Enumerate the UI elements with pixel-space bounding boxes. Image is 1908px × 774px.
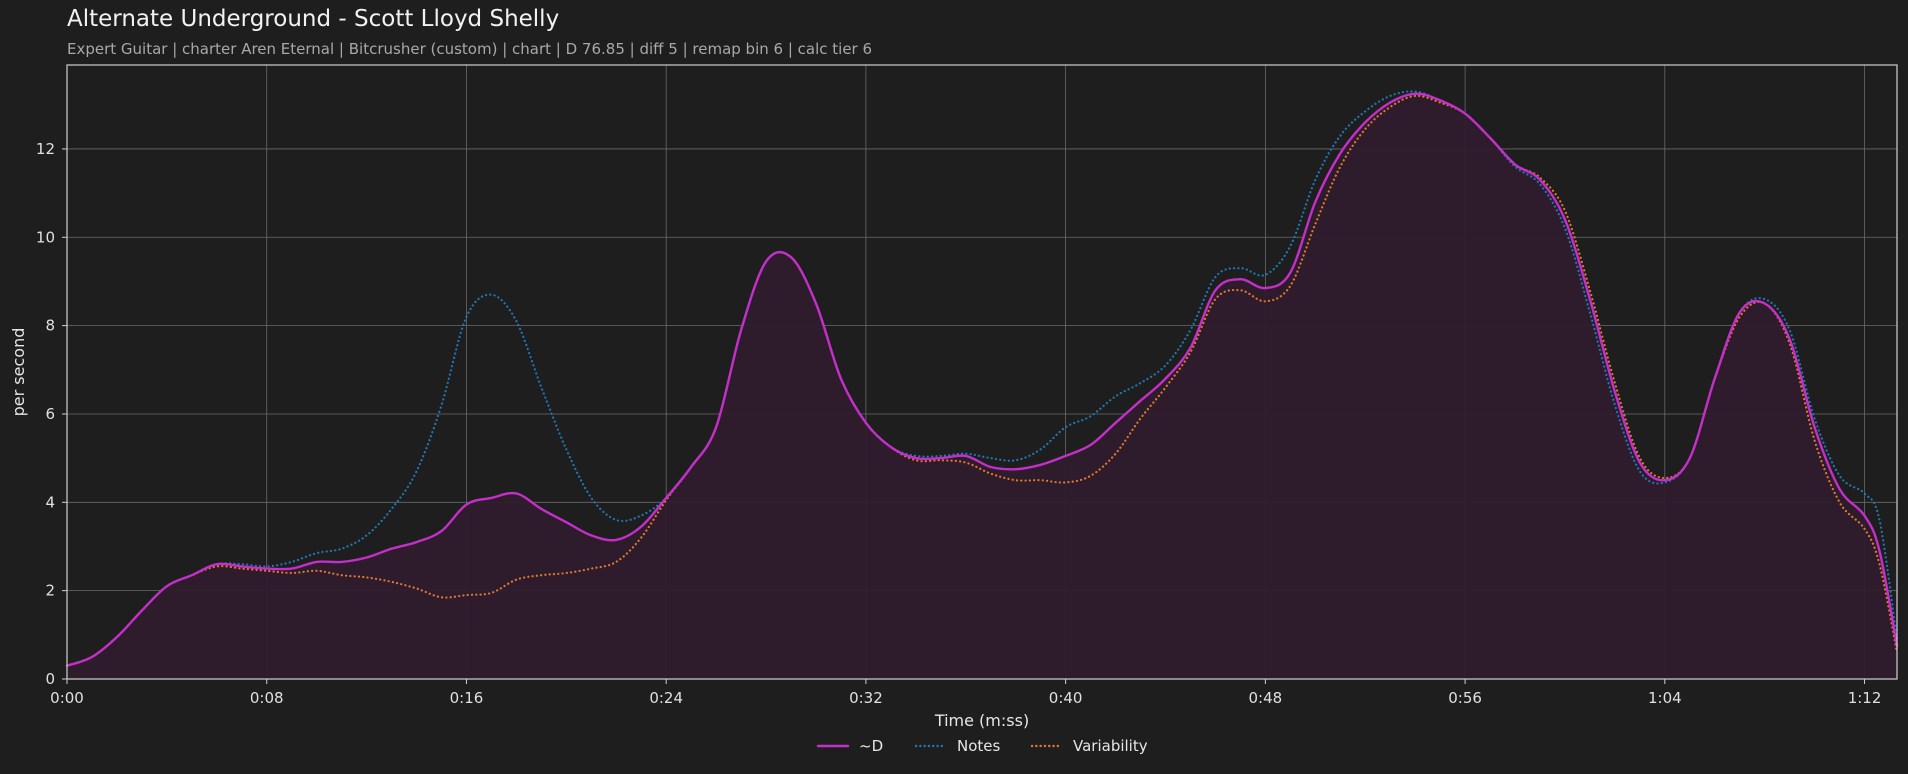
area-fill <box>67 93 1897 680</box>
y-tick-label: 12 <box>36 140 55 158</box>
legend-label: Notes <box>957 737 1001 755</box>
y-tick-label: 2 <box>45 582 55 600</box>
y-tick-label: 10 <box>36 228 55 246</box>
area-fill-d <box>67 93 1897 680</box>
x-tick-label: 0:16 <box>450 689 484 707</box>
x-tick-label: 0:56 <box>1448 689 1482 707</box>
chart-svg: 0:00 0:08 0:16 0:24 0:32 0:40 0:48 0:56 1:04 1:12… <box>9 64 1899 755</box>
x-tick-label: 1:04 <box>1648 689 1682 707</box>
y-axis-label: per second <box>9 328 28 417</box>
x-tick-label: 0:48 <box>1249 689 1283 707</box>
legend: ~D Notes Variability <box>816 737 1148 755</box>
x-tick-label: 0:40 <box>1049 689 1083 707</box>
y-tick-label: 6 <box>45 405 55 423</box>
y-tick-label: 0 <box>45 670 55 688</box>
x-tick-label: 0:32 <box>849 689 883 707</box>
y-tick-label: 4 <box>45 493 55 511</box>
x-tick-label: 0:00 <box>50 689 84 707</box>
y-axis-ticks: 0 2 4 6 8 10 12 <box>36 140 67 688</box>
legend-label: ~D <box>859 737 883 755</box>
x-axis-label: Time (m:ss) <box>934 711 1029 730</box>
x-tick-label: 0:08 <box>250 689 284 707</box>
legend-label: Variability <box>1073 737 1148 755</box>
x-tick-label: 1:12 <box>1848 689 1882 707</box>
x-axis-ticks: 0:00 0:08 0:16 0:24 0:32 0:40 0:48 0:56 1:04 1:12 <box>50 679 1881 707</box>
y-tick-label: 8 <box>45 317 55 335</box>
x-tick-label: 0:24 <box>649 689 683 707</box>
